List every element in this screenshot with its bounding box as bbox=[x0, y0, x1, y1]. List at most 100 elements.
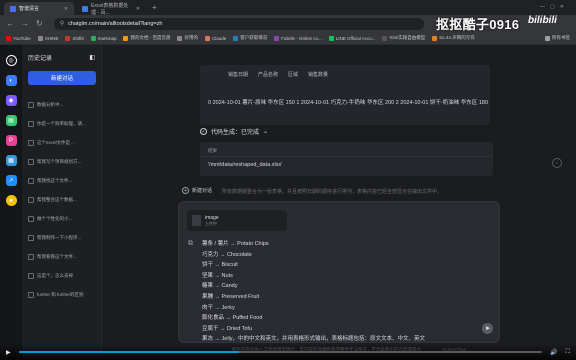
history-item[interactable]: 帮我找这个文件... bbox=[28, 171, 95, 190]
video-progress-bar[interactable] bbox=[18, 351, 543, 353]
chat-item-icon bbox=[28, 253, 34, 260]
send-icon: ➤ bbox=[484, 326, 491, 332]
table-header-cell: 销售数量 bbox=[308, 72, 329, 78]
history-item-label: 帮我找这个文件... bbox=[37, 177, 73, 183]
chat-item-icon bbox=[28, 177, 34, 184]
history-item[interactable]: 你是一个效率助理，请... bbox=[28, 114, 95, 133]
bookmark-sic[interactable]: sic.44 声网的写作 bbox=[432, 35, 475, 41]
avatar-icon[interactable]: ● bbox=[5, 195, 17, 206]
bookmark-label: 所有书签 bbox=[552, 35, 570, 40]
chat-item-icon bbox=[28, 291, 34, 298]
bookmark-shiftit[interactable]: Shiftit bbox=[65, 35, 84, 41]
assistant-reply-text: 所有数据都整合为一张表格，并且按照日期的顺序进行排列，表格内容已经全部显示在输出… bbox=[222, 189, 443, 195]
close-icon[interactable]: ✕ bbox=[136, 6, 140, 12]
attachment-info: image 上传中 bbox=[205, 215, 219, 227]
code-status-toggle[interactable]: ✓ 代码生成：已完成 ⌄ bbox=[200, 127, 268, 136]
back-icon[interactable]: ← bbox=[6, 19, 14, 28]
browser-tab[interactable]: Excel表格数据处理 - 百... ✕ bbox=[76, 2, 146, 16]
bookmark-icon bbox=[177, 35, 183, 41]
composer-line: 豆腐干 → Dried Tofu bbox=[202, 325, 253, 332]
new-chat-button[interactable]: 新建对话 bbox=[28, 71, 96, 85]
composer-line: 果脯 → Preserved Fruit bbox=[202, 293, 260, 300]
bookmark-label: Kimi实践自由模型 bbox=[389, 35, 426, 40]
bookmark-fabrile[interactable]: Fabrile - Online co... bbox=[274, 35, 322, 41]
history-item[interactable]: 帮我整合这个数据... bbox=[28, 190, 95, 209]
window-controls: — ▢ ✕ bbox=[540, 4, 564, 10]
new-tab-icon[interactable]: + bbox=[148, 3, 161, 12]
attachment-name: image bbox=[205, 214, 219, 221]
minimize-icon[interactable]: — bbox=[540, 4, 545, 10]
sidebar-header: 历史记录 ◧ bbox=[28, 53, 95, 62]
bookmark-label: 客户获取情况 bbox=[240, 35, 268, 40]
bookmark-docs[interactable]: 我的文档 - 百度云盘 bbox=[123, 35, 170, 41]
attachment-card[interactable]: image 上传中 bbox=[187, 210, 287, 231]
doc-icon[interactable]: ▦ bbox=[5, 155, 17, 166]
message-composer[interactable]: image 上传中 ⧉ 薯条 / 薯片 → Potato Chips 巧克力 →… bbox=[178, 201, 500, 343]
fullscreen-icon[interactable]: ⛶ bbox=[566, 349, 570, 356]
close-window-icon[interactable]: ✕ bbox=[560, 4, 564, 10]
composer-line: 膨化食品 → Puffed Food bbox=[202, 315, 263, 322]
bookmark-useful[interactable]: 好用的 bbox=[177, 35, 198, 41]
image-file-icon bbox=[192, 215, 201, 226]
chat-main: 销售日期 产品名称 区域 销售数量 0 2024-10-01 薯片-原味 华东区… bbox=[102, 45, 576, 360]
history-item[interactable]: 数据分析中... bbox=[28, 95, 95, 114]
sidebar-title: 历史记录 bbox=[28, 56, 53, 62]
browser-tab-active[interactable]: 智谱清言 ✕ bbox=[4, 2, 74, 15]
all-bookmarks[interactable]: 所有书签 bbox=[545, 35, 570, 41]
maximize-icon[interactable]: ▢ bbox=[550, 4, 555, 10]
check-icon: ✓ bbox=[200, 128, 207, 135]
composer-text[interactable]: 薯条 / 薯片 → Potato Chips 巧克力 → Chocolate 饼… bbox=[202, 239, 425, 345]
video-progress-fill bbox=[18, 351, 239, 353]
bookmark-customers[interactable]: 客户获取情况 bbox=[233, 35, 267, 41]
history-item[interactable]: 这个excel文件是... bbox=[28, 133, 95, 152]
url-input[interactable]: ⚲ chatglm.cn/main/alltoolsdetail?lang=zh bbox=[53, 17, 424, 30]
chart-icon[interactable]: ↗ bbox=[5, 175, 17, 186]
url-text: chatglm.cn/main/alltoolsdetail?lang=zh bbox=[68, 20, 163, 27]
bookmark-markmap[interactable]: markmap bbox=[90, 35, 116, 41]
bookmark-kimi[interactable]: Kimi实践自由模型 bbox=[382, 35, 425, 41]
close-icon[interactable]: ✕ bbox=[64, 6, 68, 12]
bookmark-label: SHINE bbox=[44, 35, 59, 41]
bookmark-label: Shiftit bbox=[72, 35, 84, 41]
bookmark-icon bbox=[328, 35, 334, 41]
bookmark-youtube[interactable]: YouTube bbox=[6, 35, 31, 41]
bookmark-claude[interactable]: Claude bbox=[204, 35, 226, 41]
agent-icon[interactable]: ◆ bbox=[5, 95, 17, 106]
file-icon[interactable]: ▤ bbox=[5, 115, 17, 126]
forward-icon[interactable]: → bbox=[21, 19, 29, 28]
scroll-down-icon[interactable]: ↓ bbox=[552, 158, 562, 168]
plus-icon: + bbox=[182, 187, 189, 194]
history-item[interactable]: 帮我写个项目规划方... bbox=[28, 152, 95, 171]
bookmark-label: 我的文档 - 百度云盘 bbox=[130, 35, 171, 40]
site-info-icon[interactable]: ⚲ bbox=[60, 20, 64, 27]
history-item-label: 帮我制作一下小程序... bbox=[37, 234, 82, 240]
bookmark-line[interactable]: LINE Official Acco... bbox=[328, 35, 375, 41]
bookmark-label: sic.44 声网的写作 bbox=[439, 35, 475, 40]
table-row: 0 2024-10-01 薯片-原味 华东区 150 1 2024-10-01 … bbox=[208, 100, 488, 106]
code-status-label: 代码生成：已完成 bbox=[211, 130, 260, 136]
bookmark-icon bbox=[65, 35, 71, 41]
bookmark-icon bbox=[274, 35, 280, 41]
volume-icon[interactable]: 🔊 bbox=[550, 349, 557, 356]
history-item[interactable]: 这是个，怎么去掉 bbox=[28, 266, 95, 285]
chat-icon[interactable]: ◐ bbox=[5, 75, 17, 86]
chat-item-icon bbox=[28, 196, 34, 203]
tab-title: 智谱清言 bbox=[19, 6, 40, 12]
play-icon[interactable]: ▶ bbox=[6, 349, 11, 356]
bookmark-icon bbox=[90, 35, 96, 41]
ppt-icon[interactable]: P bbox=[5, 135, 17, 146]
send-button[interactable]: ➤ bbox=[482, 323, 493, 334]
new-chat-chip[interactable]: + 新建对话 bbox=[182, 187, 216, 194]
collapse-sidebar-icon[interactable]: ◧ bbox=[89, 54, 95, 61]
reload-icon[interactable]: ↻ bbox=[36, 19, 43, 28]
history-item[interactable]: 帮我制作一下小程序... bbox=[28, 228, 95, 247]
history-item[interactable]: further 和 further的区别 bbox=[28, 285, 95, 304]
logo-icon[interactable]: ◎ bbox=[5, 55, 17, 66]
upload-file-icon[interactable]: ⧉ bbox=[188, 240, 193, 248]
history-item[interactable]: 做个个性化的小... bbox=[28, 209, 95, 228]
history-item[interactable]: 帮我看看这个文件... bbox=[28, 247, 95, 266]
composer-line: 糖果 → Candy bbox=[202, 283, 238, 290]
bookmark-label: YouTube bbox=[13, 35, 31, 41]
video-watermark: 抠抠酷子0916 bbox=[436, 17, 520, 32]
bookmark-shine[interactable]: SHINE bbox=[37, 35, 59, 41]
